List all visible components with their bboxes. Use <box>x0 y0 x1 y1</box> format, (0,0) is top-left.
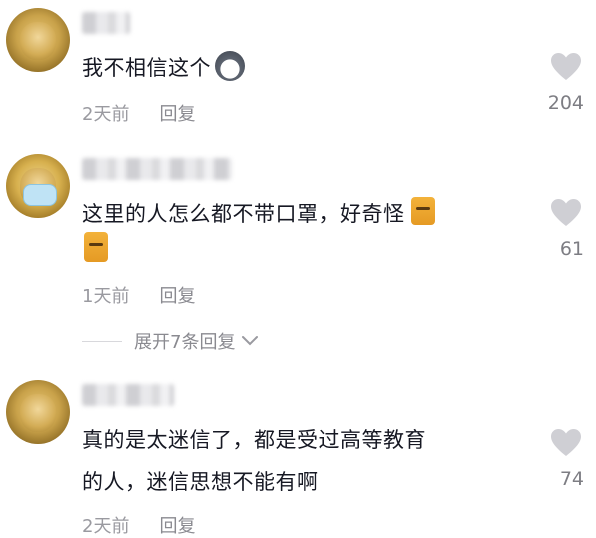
comment-time: 1天前 <box>82 286 130 307</box>
heart-icon <box>551 199 581 226</box>
reply-button[interactable]: 回复 <box>159 516 195 537</box>
like-count: 61 <box>559 238 584 260</box>
avatar-face <box>20 22 56 60</box>
comment-text: 我不相信这个 <box>82 46 245 90</box>
avatar-face <box>20 394 56 432</box>
face-mask-graphic <box>23 184 57 206</box>
divider-line <box>82 340 122 342</box>
like-button[interactable]: 74 <box>548 428 584 490</box>
expand-replies-button[interactable]: 展开7条回复 <box>82 326 259 356</box>
chevron-down-icon <box>242 336 259 346</box>
comment-time: 2天前 <box>82 104 130 125</box>
like-count: 204 <box>547 92 584 114</box>
username-blurred[interactable] <box>82 158 232 180</box>
heart-icon <box>551 53 581 80</box>
expand-replies-label: 展开7条回复 <box>134 332 236 353</box>
comment-item: 真的是太迷信了，都是受过高等教育 的人，迷信思想不能有啊 74 2天前 回复 <box>0 372 596 537</box>
comment-meta: 2天前 回复 <box>82 100 195 126</box>
comment-meta: 2天前 回复 <box>82 512 195 538</box>
username-blurred[interactable] <box>82 12 130 34</box>
like-count: 74 <box>559 468 584 490</box>
comment-text-content: 这里的人怎么都不带口罩，好奇怪 <box>82 202 405 226</box>
comment-text-content: 我不相信这个 <box>82 56 211 80</box>
comment-text-content: 真的是太迷信了，都是受过高等教育 <box>82 428 426 452</box>
cat-emoji-icon <box>84 232 108 262</box>
comment-text: 这里的人怎么都不带口罩，好奇怪 <box>82 192 435 236</box>
like-button[interactable]: 204 <box>548 52 584 114</box>
reply-button[interactable]: 回复 <box>159 286 195 307</box>
comment-text-line: 的人，迷信思想不能有啊 <box>82 460 319 504</box>
reply-button[interactable]: 回复 <box>159 104 195 125</box>
comment-time: 2天前 <box>82 516 130 537</box>
comment-text-content: 的人，迷信思想不能有啊 <box>82 470 319 494</box>
username-blurred[interactable] <box>82 384 174 406</box>
avatar[interactable] <box>6 154 70 218</box>
comment-meta: 1天前 回复 <box>82 282 195 308</box>
husky-emoji-icon <box>215 51 245 81</box>
comment-item: 我不相信这个 2天前 回复 204 <box>0 0 596 140</box>
like-button[interactable]: 61 <box>548 198 584 260</box>
avatar[interactable] <box>6 8 70 72</box>
heart-icon <box>551 429 581 456</box>
cat-emoji-icon <box>410 197 435 225</box>
avatar[interactable] <box>6 380 70 444</box>
comment-text-line: 真的是太迷信了，都是受过高等教育 <box>82 418 426 462</box>
